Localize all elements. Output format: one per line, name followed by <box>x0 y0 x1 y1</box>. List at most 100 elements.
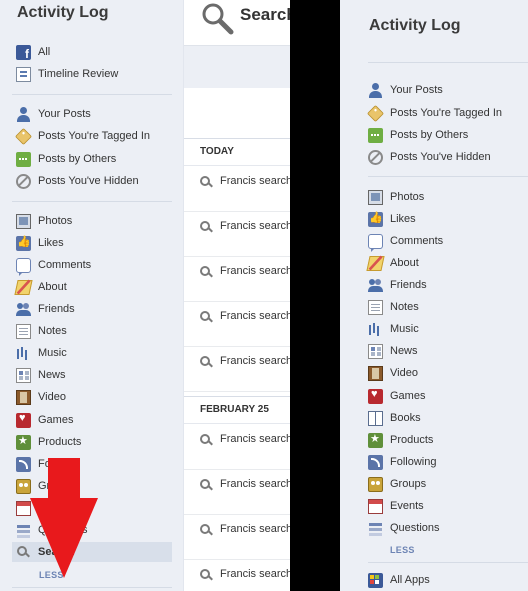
sidebar-item-tagged-in[interactable]: Posts You're Tagged In <box>367 103 524 123</box>
tag-icon <box>15 127 32 145</box>
sidebar-item-products[interactable]: Products <box>368 430 524 450</box>
sidebar-item-comments[interactable]: Comments <box>368 231 524 252</box>
products-icon <box>368 432 383 448</box>
sidebar-item-about[interactable]: About <box>14 277 172 297</box>
list-item[interactable]: Francis search <box>184 515 290 560</box>
image-separator <box>290 0 340 591</box>
sidebar-item-video[interactable]: Video <box>16 387 172 407</box>
left-activity-log-sidebar: Activity Log All Timeline Review Your Po… <box>0 0 184 591</box>
sidebar-item-about[interactable]: About <box>366 253 524 273</box>
groups-icon <box>16 478 31 494</box>
sidebar-item-label: Questions <box>38 524 88 536</box>
sidebar-item-label: Photos <box>390 191 425 203</box>
sidebar-item-label: Friends <box>38 303 75 315</box>
sidebar-item-label: Your Posts <box>390 84 443 96</box>
search-icon <box>202 3 234 35</box>
sidebar-item-label: Books <box>390 412 421 424</box>
sidebar-item-label: Video <box>38 391 66 403</box>
list-item-text: Francis search <box>220 310 290 322</box>
sidebar-item-timeline-review[interactable]: Timeline Review <box>16 64 172 84</box>
less-link[interactable]: LESS <box>390 545 415 555</box>
sidebar-item-label: Your Posts <box>38 108 91 120</box>
sidebar-item-label: Notes <box>390 301 419 313</box>
photos-icon <box>368 189 383 205</box>
sidebar-item-label: Friends <box>390 279 427 291</box>
list-item-text: Francis search <box>220 355 290 367</box>
list-item[interactable]: Francis search <box>184 167 290 212</box>
sidebar-item-groups[interactable]: Groups <box>368 474 524 494</box>
sidebar-item-label: Comments <box>38 259 92 271</box>
sidebar-item-likes[interactable]: Likes <box>16 233 172 253</box>
list-item[interactable]: Francis search <box>184 212 290 257</box>
sidebar-item-friends[interactable]: Friends <box>16 299 172 319</box>
divider <box>368 176 528 177</box>
music-icon <box>368 322 383 337</box>
sidebar-item-photos[interactable]: Photos <box>16 211 172 231</box>
header-band <box>184 46 290 88</box>
sidebar-item-photos[interactable]: Photos <box>368 187 524 207</box>
about-icon <box>14 279 33 295</box>
search-results-panel: Search TODAY Francis search Francis sear… <box>184 0 290 591</box>
sidebar-item-games[interactable]: Games <box>368 386 524 406</box>
sidebar-item-following[interactable]: Following <box>368 452 524 472</box>
sidebar-item-all[interactable]: All <box>16 42 172 62</box>
sidebar-item-questions[interactable]: Questions <box>16 520 172 540</box>
sidebar-item-notes[interactable]: Notes <box>16 321 172 341</box>
sidebar-item-label: Events <box>390 500 424 512</box>
sidebar-item-video[interactable]: Video <box>368 363 524 383</box>
hidden-icon <box>16 173 31 189</box>
list-item-text: Francis search <box>220 220 290 232</box>
person-icon <box>368 82 383 98</box>
sidebar-item-events[interactable]: Ev <box>16 498 172 518</box>
sidebar-item-notes[interactable]: Notes <box>368 297 524 317</box>
sidebar-item-questions[interactable]: Questions <box>368 518 524 538</box>
sidebar-item-hidden[interactable]: Posts You've Hidden <box>16 171 172 191</box>
sidebar-item-comments[interactable]: Comments <box>16 255 172 276</box>
search-icon <box>16 545 31 560</box>
sidebar-item-likes[interactable]: Likes <box>368 209 524 229</box>
list-item[interactable]: Francis search <box>184 257 290 302</box>
sidebar-item-games[interactable]: Games <box>16 410 172 430</box>
sidebar-item-music[interactable]: Music <box>368 319 524 339</box>
sidebar-item-search[interactable]: Search <box>12 542 172 562</box>
sidebar-item-news[interactable]: News <box>368 341 524 361</box>
sidebar-item-label: Posts by Others <box>38 153 117 165</box>
events-icon <box>368 498 383 514</box>
list-item[interactable]: Francis search <box>184 302 290 347</box>
facebook-icon <box>16 44 31 61</box>
list-item[interactable]: Francis search <box>184 425 290 470</box>
sidebar-item-label: Games <box>38 414 74 426</box>
sidebar-item-hidden[interactable]: Posts You've Hidden <box>368 147 524 167</box>
list-item[interactable]: Francis search <box>184 560 290 591</box>
sidebar-item-label: Games <box>390 390 426 402</box>
sidebar-item-groups[interactable]: Gro <box>16 476 172 496</box>
sidebar-item-events[interactable]: Events <box>368 496 524 516</box>
sidebar-item-label: Products <box>38 436 82 448</box>
sidebar-item-all-apps[interactable]: All Apps <box>368 570 524 590</box>
sidebar-item-books[interactable]: Books <box>368 408 524 428</box>
search-icon <box>199 265 213 279</box>
about-icon <box>366 255 385 271</box>
less-link[interactable]: LESS <box>39 570 64 580</box>
sidebar-item-label: All Apps <box>390 574 430 586</box>
sidebar-item-label: About <box>390 257 419 269</box>
list-item[interactable]: Francis search <box>184 347 290 392</box>
sidebar-item-your-posts[interactable]: Your Posts <box>368 80 524 100</box>
sidebar-item-label: Posts by Others <box>390 129 469 141</box>
following-icon <box>368 454 383 470</box>
sidebar-item-products[interactable]: Products <box>16 432 172 452</box>
sidebar-item-music[interactable]: Music <box>16 343 172 363</box>
sidebar-item-posts-by-others[interactable]: Posts by Others <box>16 149 172 169</box>
sidebar-item-news[interactable]: News <box>16 365 172 385</box>
sidebar-item-posts-by-others[interactable]: Posts by Others <box>368 125 524 145</box>
sidebar-item-following[interactable]: Fol <box>16 454 172 474</box>
list-item[interactable]: Francis search <box>184 470 290 515</box>
sidebar-item-friends[interactable]: Friends <box>368 275 524 295</box>
list-item-text: Francis search <box>220 175 290 187</box>
sidebar-item-tagged-in[interactable]: Posts You're Tagged In <box>15 126 172 146</box>
sidebar-item-your-posts[interactable]: Your Posts <box>16 104 172 124</box>
divider <box>368 62 528 63</box>
divider <box>12 201 172 202</box>
events-icon <box>16 500 31 516</box>
sidebar-item-label: Music <box>390 323 419 335</box>
